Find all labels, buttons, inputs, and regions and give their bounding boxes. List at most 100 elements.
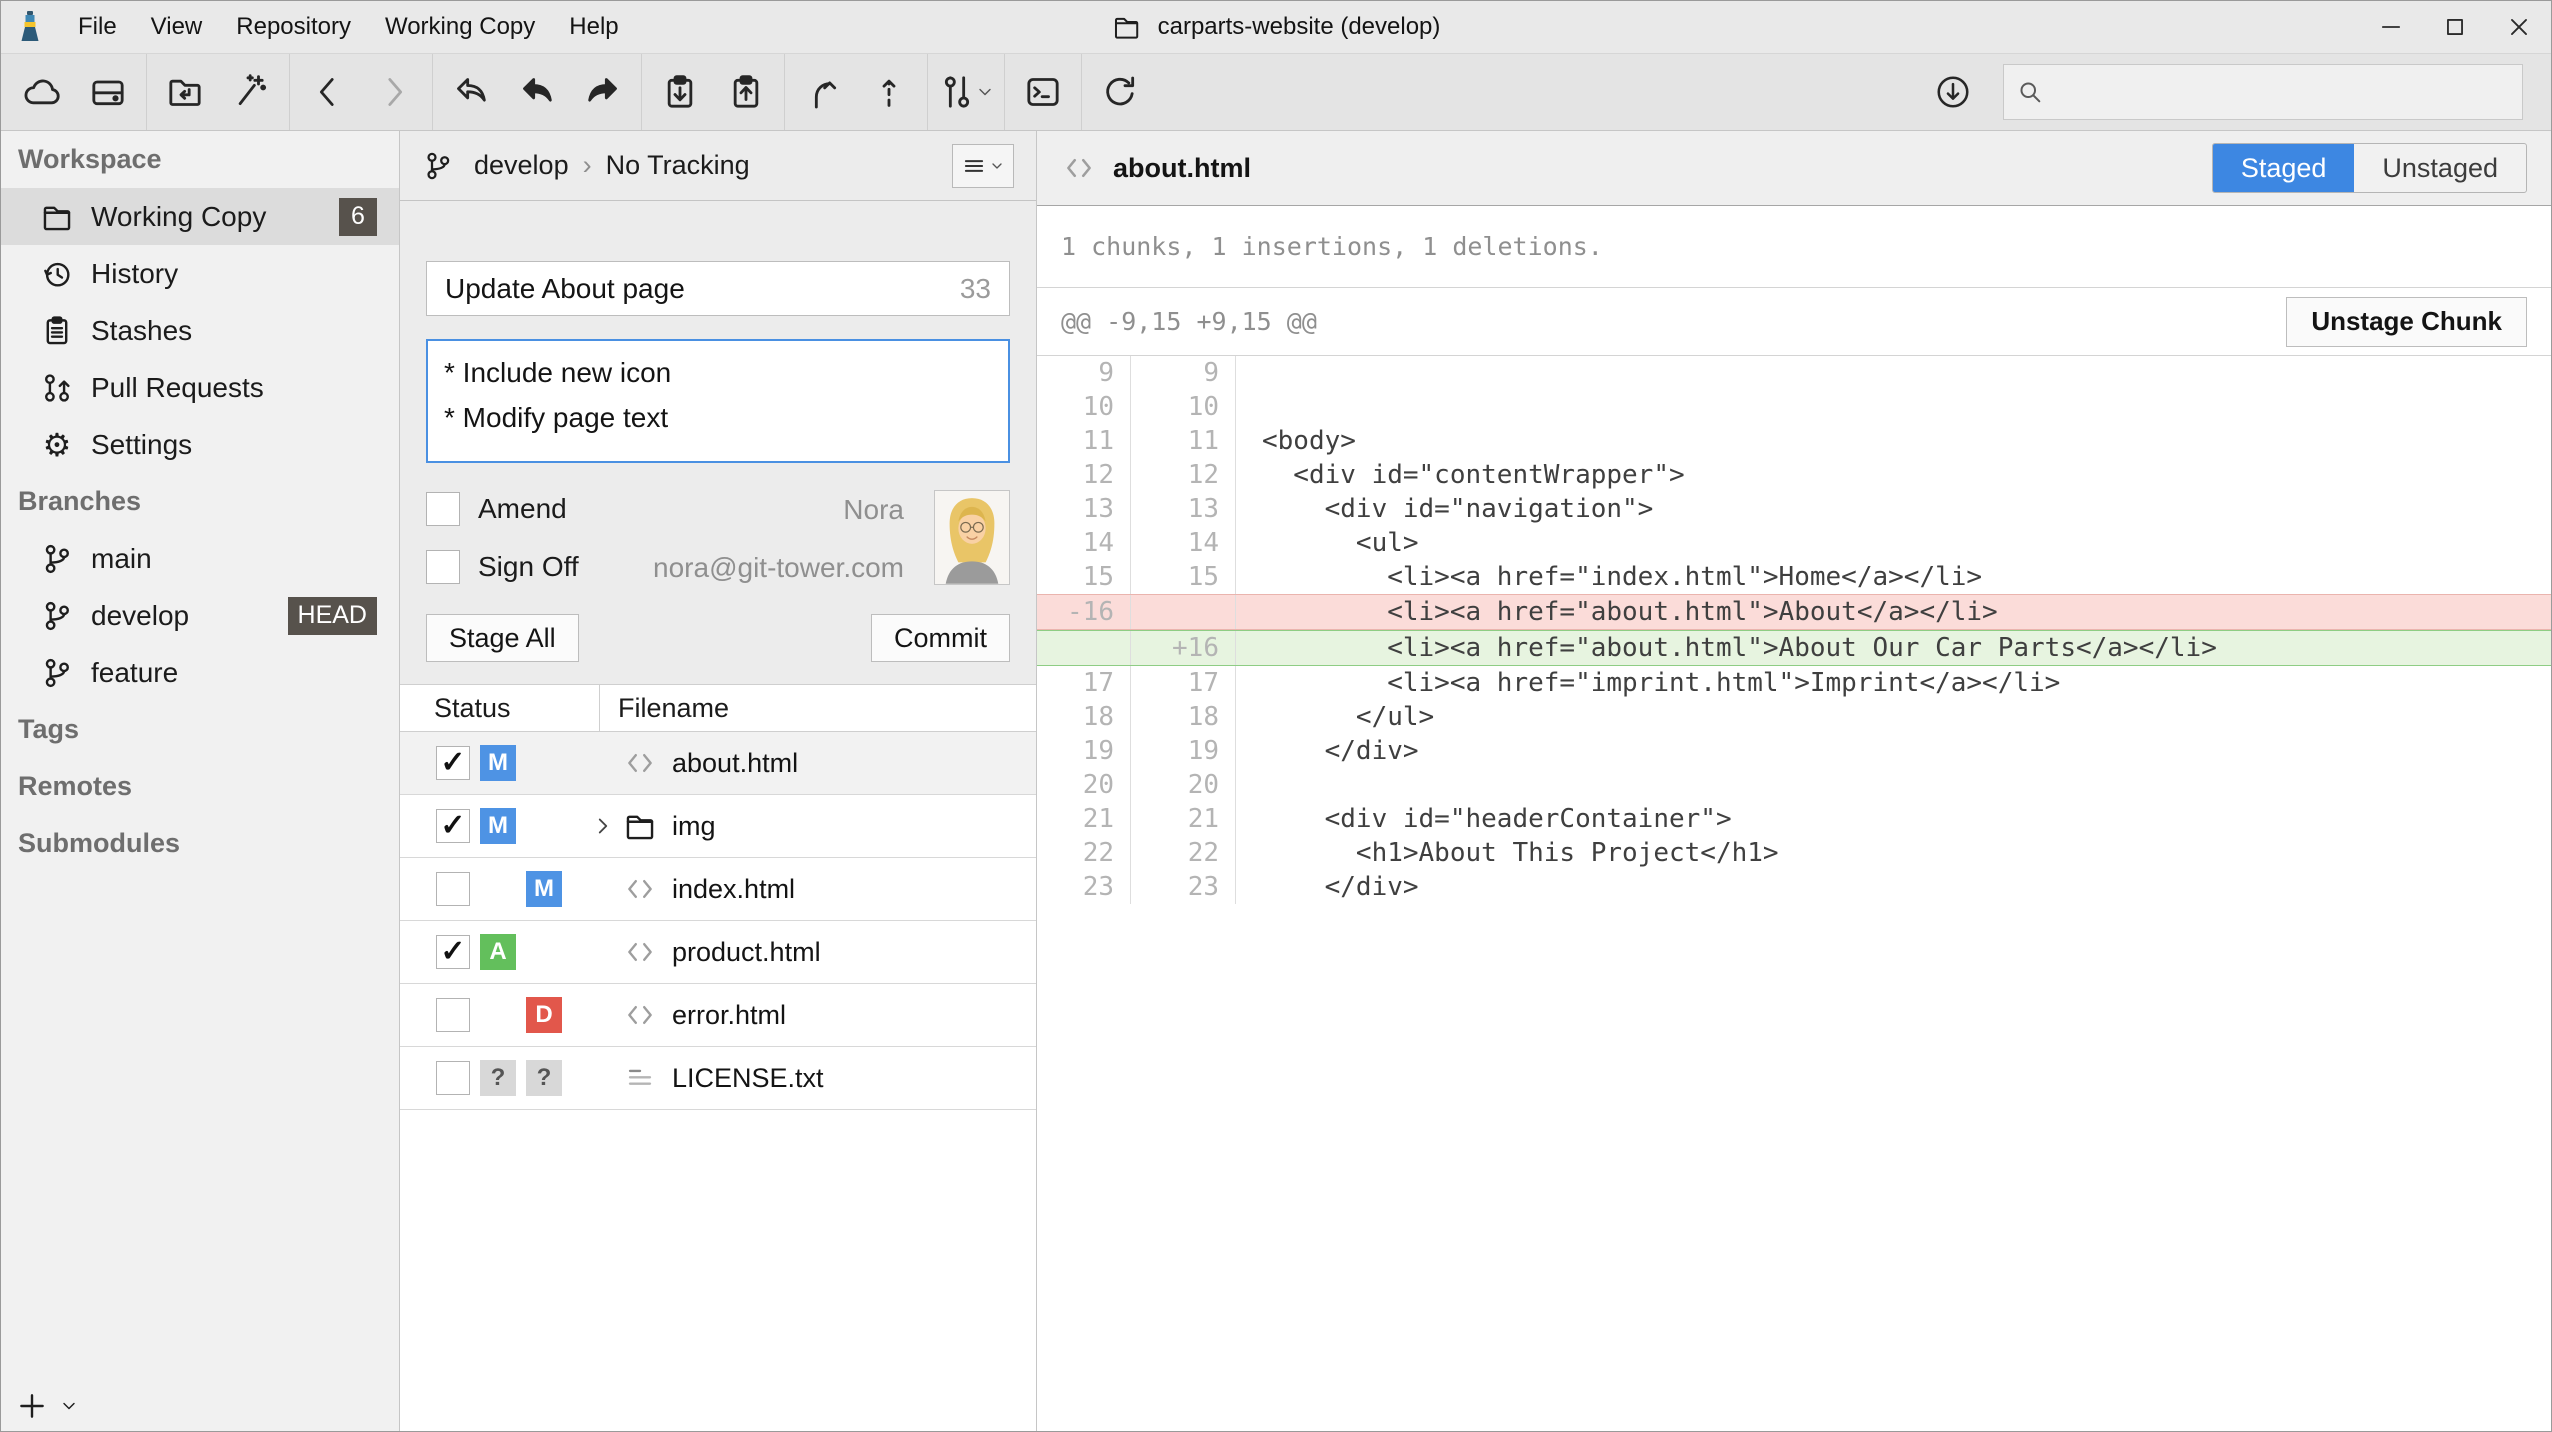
add-repository-button[interactable] [15,1389,79,1423]
sidebar-item-feature[interactable]: feature [1,644,399,701]
archive-button[interactable] [75,54,141,130]
diff-line-context: 1919 </div> [1037,734,2551,768]
sidebar-item-main[interactable]: main [1,530,399,587]
stage-all-button[interactable]: Stage All [426,614,579,662]
back-button[interactable] [295,54,361,130]
new-line-number: 15 [1131,560,1236,594]
minimize-button[interactable] [2359,1,2423,53]
rebase-button[interactable] [856,54,922,130]
discard-button[interactable] [504,54,570,130]
diff-line-context: 2323 </div> [1037,870,2551,904]
sidebar-item-history[interactable]: History [1,245,399,302]
sidebar-item-working-copy[interactable]: Working Copy6 [1,188,399,245]
new-line-number: 17 [1131,666,1236,700]
terminal-button[interactable] [1010,54,1076,130]
commit-subject-input[interactable] [445,273,948,305]
tracking-label[interactable]: No Tracking [606,150,750,181]
maximize-icon [2442,14,2468,40]
sidebar-section-submodules[interactable]: Submodules [1,815,399,872]
stage-checkbox[interactable] [436,935,470,969]
column-status[interactable]: Status [400,685,600,731]
search-input[interactable] [2054,78,2510,106]
new-line-number: 9 [1131,356,1236,390]
new-line-number: 12 [1131,458,1236,492]
refresh-button[interactable] [1087,54,1153,130]
diff-line-context: 1717 <li><a href="imprint.html">Imprint<… [1037,666,2551,700]
expand-chevron-icon[interactable] [590,813,616,839]
repository-folder-icon [1112,12,1142,42]
menu-help[interactable]: Help [552,1,635,53]
app-body: WorkspaceWorking Copy6HistoryStashes Pull… [1,131,2551,1431]
sign-off-checkbox[interactable] [426,550,460,584]
close-button[interactable] [2487,1,2551,53]
branch-options-button[interactable] [952,144,1014,188]
column-filename[interactable]: Filename [600,693,729,724]
sidebar-section-remotes[interactable]: Remotes [1,758,399,815]
old-line-number [1037,631,1131,665]
code-text: </div> [1236,872,1419,902]
pull-icon [660,72,700,112]
filename-label: LICENSE.txt [672,1063,824,1094]
toolbar-separator [432,54,433,130]
code-text: <li><a href="about.html">About Our Car P… [1236,633,2217,663]
view-toggle-unstaged[interactable]: Unstaged [2354,144,2526,192]
forward-button [361,54,427,130]
compare-button[interactable] [933,54,999,130]
restore-button[interactable] [570,54,636,130]
commit-message-textarea[interactable]: * Include new icon * Modify page text [426,339,1010,463]
commit-button[interactable]: Commit [871,614,1010,662]
author-avatar[interactable] [934,490,1010,585]
code-icon [622,934,658,970]
sidebar-badge: HEAD [288,597,377,635]
sidebar-item-settings[interactable]: ⚙Settings [1,416,399,473]
push-button[interactable] [713,54,779,130]
old-line-number: 17 [1037,666,1131,700]
code-icon [622,871,658,907]
status-badge-slot: ? [526,1060,562,1096]
current-branch-label[interactable]: develop [474,150,569,181]
quick-actions-button[interactable] [218,54,284,130]
new-line-number: 18 [1131,700,1236,734]
sidebar-item-label: main [91,543,152,575]
maximize-button[interactable] [2423,1,2487,53]
sidebar-item-stashes[interactable]: Stashes [1,302,399,359]
stage-checkbox[interactable] [436,1061,470,1095]
search-box[interactable] [2003,64,2523,120]
sidebar-section-workspace[interactable]: Workspace [1,131,399,188]
view-toggle-staged[interactable]: Staged [2213,144,2355,192]
commit-subject-field[interactable]: 33 [426,261,1010,316]
unstage-chunk-button[interactable]: Unstage Chunk [2286,297,2527,347]
sidebar-item-pull-requests[interactable]: Pull Requests [1,359,399,416]
stage-checkbox[interactable] [436,809,470,843]
menu-repository[interactable]: Repository [219,1,368,53]
open-repository-button[interactable] [152,54,218,130]
new-line-number: 13 [1131,492,1236,526]
new-line-number: 19 [1131,734,1236,768]
sidebar-item-develop[interactable]: developHEAD [1,587,399,644]
stage-checkbox[interactable] [436,872,470,906]
pull-button[interactable] [647,54,713,130]
file-row-product-html[interactable]: Aproduct.html [400,921,1036,984]
old-line-number: 22 [1037,836,1131,870]
undo-button[interactable] [438,54,504,130]
menu-working-copy[interactable]: Working Copy [368,1,552,53]
stage-checkbox[interactable] [436,746,470,780]
file-row-index-html[interactable]: Mindex.html [400,858,1036,921]
merge-button[interactable] [790,54,856,130]
code-text: <h1>About This Project</h1> [1236,838,1779,868]
file-row-error-html[interactable]: Derror.html [400,984,1036,1047]
amend-checkbox[interactable] [426,492,460,526]
sidebar-item-label: Pull Requests [91,372,264,404]
menu-file[interactable]: File [61,1,134,53]
menu-view[interactable]: View [134,1,220,53]
file-row-about-html[interactable]: Mabout.html [400,732,1036,795]
file-row-img[interactable]: Mimg [400,795,1036,858]
update-available-button[interactable] [1921,54,1985,130]
stage-checkbox[interactable] [436,998,470,1032]
file-row-license-txt[interactable]: ??LICENSE.txt [400,1047,1036,1110]
cloud-icon [22,72,62,112]
cloud-button[interactable] [9,54,75,130]
pull-request-icon [39,370,75,406]
sidebar-section-branches[interactable]: Branches [1,473,399,530]
sidebar-section-tags[interactable]: Tags [1,701,399,758]
